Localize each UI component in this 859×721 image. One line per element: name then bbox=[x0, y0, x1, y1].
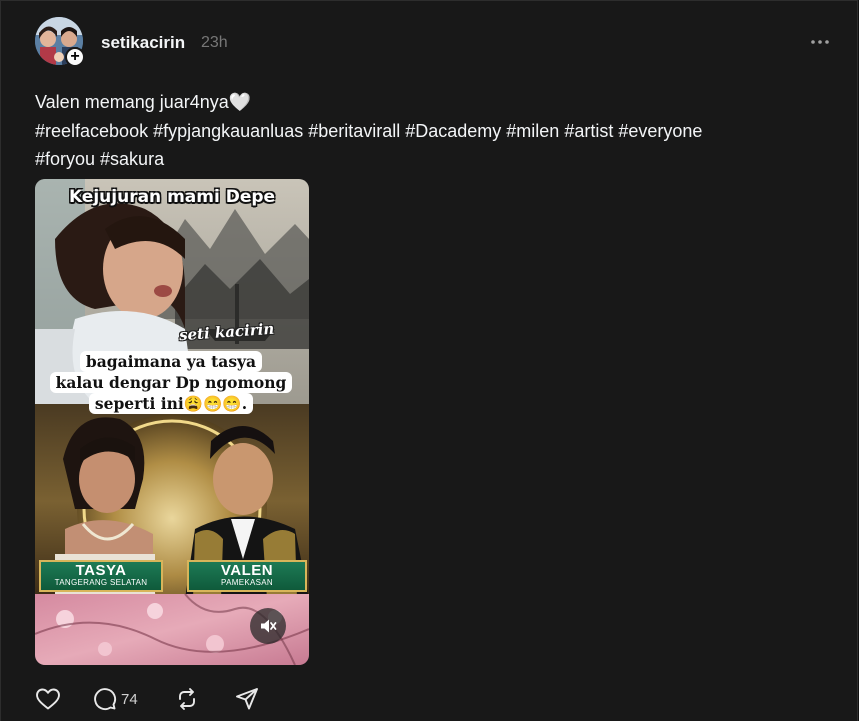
share-icon bbox=[236, 688, 258, 710]
repost-button[interactable] bbox=[175, 687, 235, 711]
follow-plus-icon[interactable]: + bbox=[65, 47, 85, 67]
page: + setikacirin 23h Valen memang juar4nya🤍… bbox=[0, 0, 859, 721]
contestant-location: TANGERANG SELATAN bbox=[54, 578, 148, 587]
contestant-location: PAMEKASAN bbox=[221, 578, 273, 587]
caption-line: Valen memang juar4nya🤍 bbox=[35, 92, 252, 112]
post-card: + setikacirin 23h Valen memang juar4nya🤍… bbox=[0, 0, 858, 721]
video-overlay-title: Kejujuran mami Depe bbox=[68, 187, 276, 207]
caption-hashtags-line[interactable]: #reelfacebook #fypjangkauanluas #beritav… bbox=[35, 117, 825, 146]
contestant-nameplate-right: VALEN PAMEKASAN bbox=[187, 560, 307, 592]
contestant-name: TASYA bbox=[75, 562, 127, 579]
more-options-button[interactable] bbox=[806, 31, 834, 53]
post-caption: Valen memang juar4nya🤍 #reelfacebook #fy… bbox=[35, 88, 825, 174]
share-button[interactable] bbox=[235, 687, 259, 711]
contestant-name: VALEN bbox=[220, 562, 274, 579]
avatar-container[interactable]: + bbox=[35, 17, 85, 67]
contestant-nameplate-left: TASYA TANGERANG SELATAN bbox=[39, 560, 163, 592]
video-player[interactable]: Kejujuran mami Depe seti kacirin bagaima… bbox=[35, 179, 309, 665]
username[interactable]: setikacirin bbox=[101, 33, 185, 53]
mute-toggle-button[interactable] bbox=[250, 608, 286, 644]
more-icon bbox=[811, 40, 829, 44]
bubble-line: bagaimana ya tasya bbox=[79, 351, 263, 372]
comment-button[interactable]: 74 bbox=[93, 687, 175, 711]
caption-hashtags-line[interactable]: #foryou #sakura bbox=[35, 145, 825, 174]
bubble-line: kalau dengar Dp ngomong bbox=[49, 372, 293, 393]
video-caption-bubble: bagaimana ya tasya kalau dengar Dp ngomo… bbox=[49, 351, 293, 414]
comment-count: 74 bbox=[121, 690, 138, 708]
like-button[interactable] bbox=[35, 687, 93, 711]
post-timestamp[interactable]: 23h bbox=[201, 34, 228, 52]
speaker-muted-icon bbox=[261, 619, 277, 633]
bubble-line: seperti ini😩😁😁. bbox=[88, 393, 254, 414]
post-actions-bar: 74 bbox=[35, 685, 259, 713]
heart-icon bbox=[36, 688, 60, 710]
comment-icon bbox=[94, 688, 117, 711]
repost-icon bbox=[179, 688, 195, 710]
video-frame bbox=[35, 179, 309, 665]
